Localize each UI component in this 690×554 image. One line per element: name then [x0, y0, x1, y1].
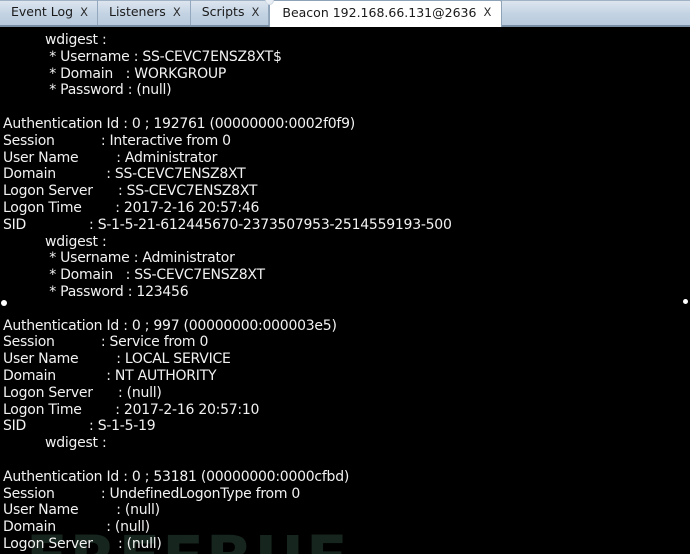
console-line: Authentication Id : 0 ; 192761 (00000000… — [3, 115, 355, 132]
console-line: Logon Server : (null) — [3, 384, 162, 401]
console-line: Domain : SS-CEVC7ENSZ8XT — [3, 166, 246, 183]
console-line: Session : Service from 0 — [3, 334, 209, 351]
console-line: wdigest : — [3, 435, 107, 452]
console-line: Session : UndefinedLogonType from 0 — [3, 485, 301, 502]
close-icon[interactable]: X — [483, 7, 491, 19]
console-line: wdigest : — [3, 233, 107, 250]
console-line: Session : Interactive from 0 — [3, 132, 231, 149]
console-line: Logon Server : SS-CEVC7ENSZ8XT — [3, 183, 258, 200]
console-line: Authentication Id : 0 ; 997 (00000000:00… — [3, 317, 337, 334]
tab-scripts-label: Scripts — [201, 4, 245, 20]
console-line: wdigest : — [3, 32, 107, 48]
scroll-artifact-dot-right — [683, 299, 688, 304]
beacon-console-output[interactable]: FREEBUF wdigest : * Username : SS-CEVC7E… — [0, 27, 690, 554]
tab-scripts[interactable]: Scripts X — [191, 0, 270, 25]
console-line: User Name : LOCAL SERVICE — [3, 351, 231, 368]
console-line: Logon Time : 2017-2-16 20:57:46 — [3, 199, 260, 216]
console-line-list: wdigest : * Username : SS-CEVC7ENSZ8XT$ … — [0, 27, 690, 553]
tab-bar: Event Log X Listeners X Scripts X Beacon… — [0, 0, 690, 27]
tab-event-log[interactable]: Event Log X — [0, 0, 98, 25]
tab-listeners[interactable]: Listeners X — [98, 0, 191, 25]
console-line: User Name : (null) — [3, 502, 160, 519]
console-line: Domain : NT AUTHORITY — [3, 367, 217, 384]
tab-beacon-label: Beacon 192.168.66.131@2636 — [282, 4, 477, 20]
console-line: User Name : Administrator — [3, 149, 218, 166]
console-line: * Password : 123456 — [3, 283, 189, 300]
close-icon[interactable]: X — [251, 6, 259, 19]
tab-event-log-label: Event Log — [11, 4, 74, 20]
console-line: * Password : (null) — [3, 82, 172, 99]
scroll-artifact-dot-left — [1, 300, 7, 306]
console-line: * Username : SS-CEVC7ENSZ8XT$ — [3, 48, 282, 65]
console-line: Logon Server : (null) — [3, 535, 162, 552]
console-line: * Domain : WORKGROUP — [3, 65, 227, 82]
tab-beacon[interactable]: Beacon 192.168.66.131@2636 X — [269, 0, 503, 27]
close-icon[interactable]: X — [80, 6, 88, 19]
tab-listeners-label: Listeners — [109, 4, 166, 20]
close-icon[interactable]: X — [173, 6, 181, 19]
console-line: * Domain : SS-CEVC7ENSZ8XT — [3, 267, 265, 284]
console-line: SID : S-1-5-21-612445670-2373507953-2514… — [3, 216, 452, 233]
console-line: Logon Time : 2017-2-16 20:57:10 — [3, 401, 260, 418]
console-line: * Username : Administrator — [3, 250, 235, 267]
console-line: SID : S-1-5-19 — [3, 418, 156, 435]
console-line: Authentication Id : 0 ; 53181 (00000000:… — [3, 468, 350, 485]
tab-bar-filler — [502, 0, 690, 25]
console-line: Domain : (null) — [3, 519, 150, 536]
